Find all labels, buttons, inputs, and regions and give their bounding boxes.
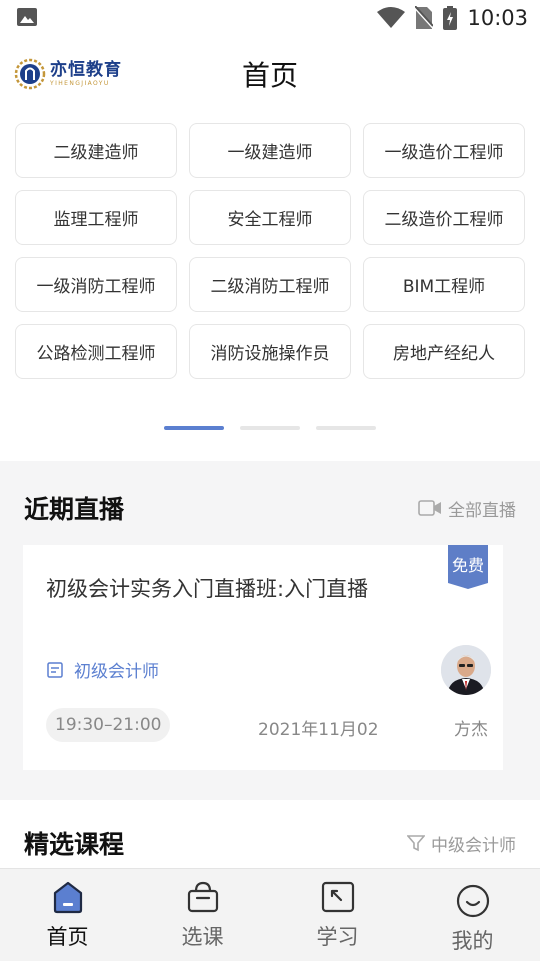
category-item[interactable]: 二级消防工程师: [189, 257, 351, 312]
tab-study[interactable]: 学习: [270, 869, 405, 961]
tab-home-label: 首页: [46, 925, 89, 949]
pager-dot[interactable]: [164, 426, 224, 430]
tab-courses[interactable]: 选课: [135, 869, 270, 961]
selected-section-header: 精选课程 中级会计师: [24, 825, 516, 861]
tab-study-label: 学习: [316, 925, 359, 949]
header: 亦恒教育 YIHENGJIAOYU 首页: [0, 36, 540, 116]
category-item[interactable]: 二级建造师: [15, 123, 177, 178]
live-section-title: 近期直播: [24, 495, 125, 524]
live-time: 19:30–21:00: [46, 708, 171, 742]
live-date: 2021年11月02: [258, 720, 379, 740]
category-item[interactable]: 消防设施操作员: [189, 324, 351, 379]
selected-section-title: 精选课程: [24, 830, 125, 859]
category-item[interactable]: 一级建造师: [189, 123, 351, 178]
tab-mine-label: 我的: [451, 929, 494, 953]
status-bar: 10:03: [0, 0, 540, 36]
filter-button[interactable]: 中级会计师: [407, 831, 516, 856]
tab-home[interactable]: 首页: [0, 869, 135, 961]
pager-dot[interactable]: [316, 426, 376, 430]
page-title: 首页: [241, 59, 298, 92]
live-category-label: 初级会计师: [74, 662, 159, 682]
video-camera-icon: [418, 500, 441, 516]
book-icon: [47, 661, 63, 678]
category-item[interactable]: 监理工程师: [15, 190, 177, 245]
battery-icon: [443, 6, 458, 30]
category-item[interactable]: 公路检测工程师: [15, 324, 177, 379]
teacher-avatar: [441, 645, 491, 695]
category-item[interactable]: 一级造价工程师: [363, 123, 525, 178]
category-item[interactable]: BIM工程师: [363, 257, 525, 312]
study-icon: [321, 881, 354, 913]
all-live-label: 全部直播: [448, 500, 516, 521]
category-item[interactable]: 一级消防工程师: [15, 257, 177, 312]
free-badge: 免费: [448, 545, 488, 589]
filter-label: 中级会计师: [431, 835, 516, 856]
live-title: 初级会计实务入门直播班:入门直播: [46, 577, 369, 601]
status-time: 10:03: [467, 6, 528, 30]
live-section-header: 近期直播 全部直播: [24, 490, 516, 526]
home-icon: [53, 881, 82, 914]
smile-icon: [456, 884, 489, 918]
tab-courses-label: 选课: [181, 925, 224, 949]
live-card[interactable]: 免费 初级会计实务入门直播班:入门直播 初级会计师 19:30–21:00 20…: [23, 545, 503, 770]
live-teacher: 方杰: [454, 720, 488, 740]
image-notification-icon: [17, 8, 37, 26]
category-item[interactable]: 房地产经纪人: [363, 324, 525, 379]
category-item[interactable]: 二级造价工程师: [363, 190, 525, 245]
live-category: 初级会计师: [46, 657, 159, 682]
basket-icon: [187, 881, 218, 913]
no-sim-icon: [415, 6, 434, 29]
pager-dot[interactable]: [240, 426, 300, 430]
tab-mine[interactable]: 我的: [405, 869, 540, 961]
tab-bar: 首页 选课 学习 我的: [0, 868, 540, 961]
filter-icon: [407, 835, 425, 852]
all-live-link[interactable]: 全部直播: [418, 496, 516, 521]
category-item[interactable]: 安全工程师: [189, 190, 351, 245]
category-pager: [164, 426, 376, 430]
wifi-icon: [377, 7, 406, 28]
category-grid: 二级建造师 一级建造师 一级造价工程师监理工程师 安全工程师 二级造价工程师一级消防工程…: [15, 123, 526, 379]
